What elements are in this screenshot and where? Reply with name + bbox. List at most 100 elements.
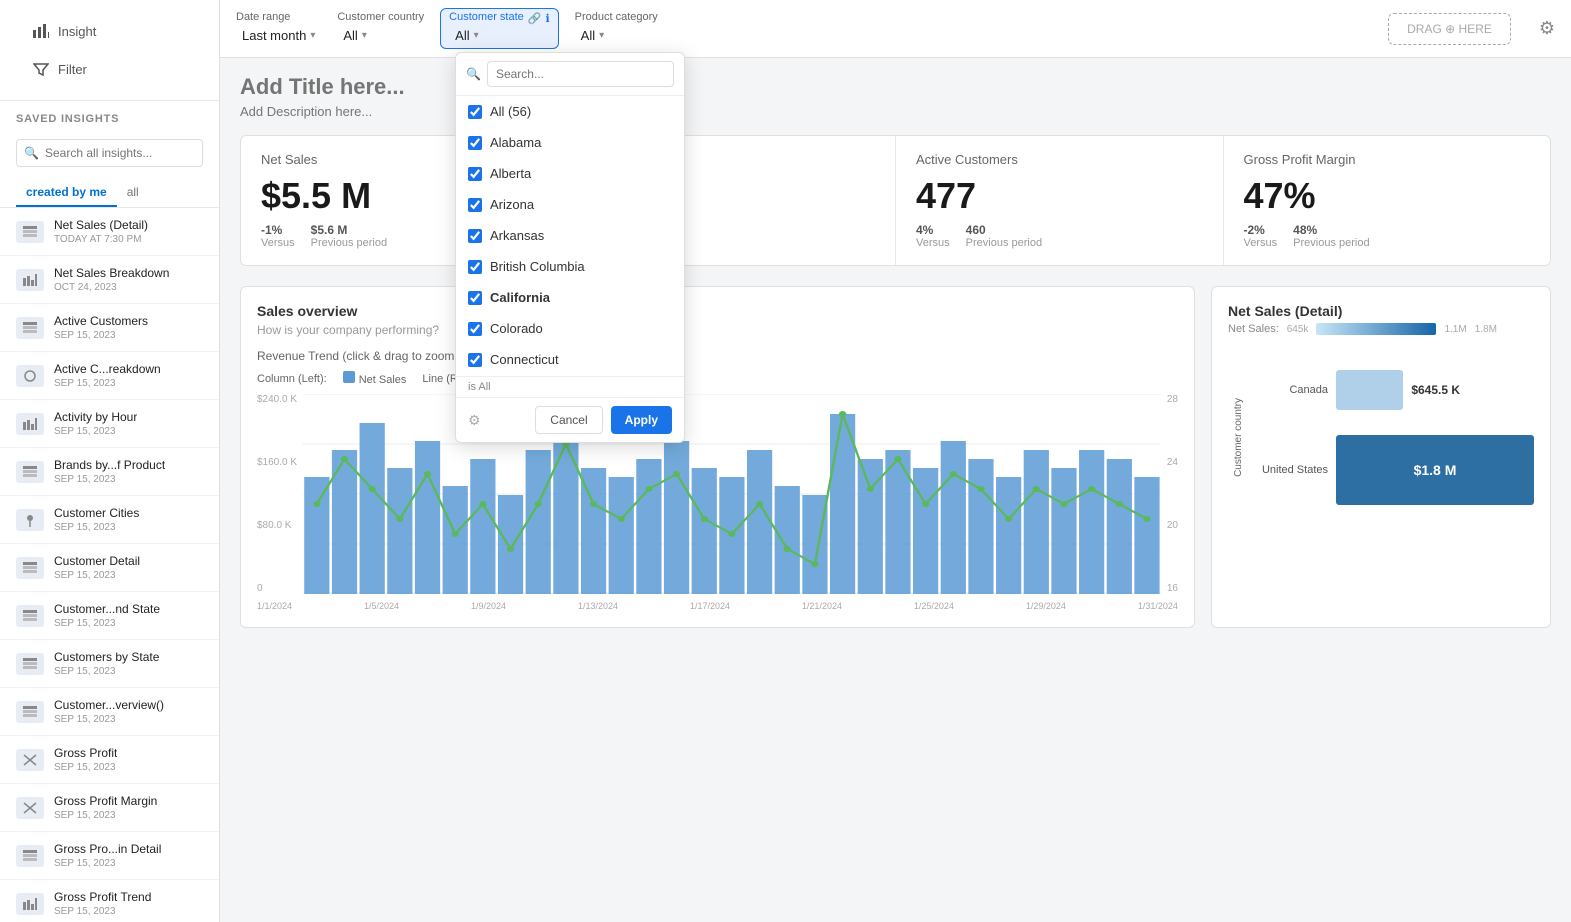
legend-column-label: Column (Left): bbox=[257, 373, 327, 385]
insight-name-net-sales-breakdown: Net Sales Breakdown bbox=[54, 266, 169, 280]
cancel-button[interactable]: Cancel bbox=[535, 406, 602, 434]
customer-country-dropdown[interactable]: All ▾ bbox=[337, 25, 424, 46]
date-range-dropdown[interactable]: Last month ▾ bbox=[236, 25, 321, 46]
insight-item-gross-profit[interactable]: Gross Profit SEP 15, 2023 bbox=[0, 736, 219, 784]
apply-button[interactable]: Apply bbox=[611, 406, 672, 434]
customer-state-value: All bbox=[455, 28, 469, 43]
state-option-arkansas[interactable]: Arkansas bbox=[456, 220, 684, 251]
y-right-28: 28 bbox=[1167, 394, 1178, 405]
main-area: Date range Last month ▾ Customer country… bbox=[220, 0, 1571, 922]
insight-date-gross-profit-trend: SEP 15, 2023 bbox=[54, 906, 151, 917]
customer-state-label: Customer state bbox=[449, 11, 524, 23]
sidebar-item-filter-label: Filter bbox=[58, 62, 87, 77]
state-checkbox-connecticut[interactable] bbox=[468, 353, 482, 367]
state-option-connecticut[interactable]: Connecticut bbox=[456, 344, 684, 375]
insight-date-gross-profit-margin: SEP 15, 2023 bbox=[54, 810, 157, 821]
state-option-britishcolumbia[interactable]: British Columbia bbox=[456, 251, 684, 282]
customer-country-axis-label: Customer country bbox=[1233, 398, 1244, 477]
net-sales-detail-title: Net Sales (Detail) bbox=[1228, 303, 1534, 319]
insight-item-activity-by-hour[interactable]: Activity by Hour SEP 15, 2023 bbox=[0, 400, 219, 448]
kpi-row: Net Sales $5.5 M -1% Versus $5.6 M Previ… bbox=[240, 135, 1551, 266]
y-right-24: 24 bbox=[1167, 457, 1178, 468]
state-checkbox-alabama[interactable] bbox=[468, 136, 482, 150]
insight-item-customer-overview[interactable]: Customer...verview() SEP 15, 2023 bbox=[0, 688, 219, 736]
insight-item-active-customers[interactable]: Active Customers SEP 15, 2023 bbox=[0, 304, 219, 352]
kpi-active-customers-change-label: Versus bbox=[916, 237, 950, 249]
state-label-arkansas: Arkansas bbox=[490, 228, 544, 243]
kpi-gross-profit-value: 47% bbox=[1244, 175, 1531, 217]
product-category-dropdown[interactable]: All ▾ bbox=[575, 25, 658, 46]
state-checkbox-all-(56)[interactable] bbox=[468, 105, 482, 119]
scale-bar bbox=[1316, 323, 1436, 335]
tab-created-by-me[interactable]: created by me bbox=[16, 179, 117, 207]
insight-item-customer-detail[interactable]: Customer Detail SEP 15, 2023 bbox=[0, 544, 219, 592]
customer-state-dropdown[interactable]: All ▾ bbox=[449, 25, 549, 46]
state-option-arizona[interactable]: Arizona bbox=[456, 189, 684, 220]
y-label-80: $80.0 K bbox=[257, 520, 297, 531]
sidebar-item-filter[interactable]: Filter bbox=[16, 50, 203, 88]
insight-info-gross-pro-detail: Gross Pro...in Detail SEP 15, 2023 bbox=[54, 842, 161, 869]
insight-item-gross-profit-margin[interactable]: Gross Profit Margin SEP 15, 2023 bbox=[0, 784, 219, 832]
state-checkbox-british-columbia[interactable] bbox=[468, 260, 482, 274]
insight-name-gross-profit-margin: Gross Profit Margin bbox=[54, 794, 157, 808]
insight-item-gross-pro-detail[interactable]: Gross Pro...in Detail SEP 15, 2023 bbox=[0, 832, 219, 880]
insight-date-customer-detail: SEP 15, 2023 bbox=[54, 570, 140, 581]
insight-date-active-c-breakdown: SEP 15, 2023 bbox=[54, 378, 161, 389]
page-desc-input[interactable] bbox=[240, 104, 416, 119]
sidebar-item-insight[interactable]: Insight bbox=[16, 12, 203, 50]
state-option-california[interactable]: California bbox=[456, 282, 684, 313]
link-icon: 🔗 bbox=[528, 12, 542, 25]
bar-chart-svg bbox=[303, 394, 1161, 594]
state-option-alabama[interactable]: Alabama bbox=[456, 127, 684, 158]
insight-item-customer-nd-state[interactable]: Customer...nd State SEP 15, 2023 bbox=[0, 592, 219, 640]
country-bars-container: Canada $645.5 K United Sta bbox=[1248, 347, 1534, 527]
insight-item-net-sales-detail[interactable]: Net Sales (Detail) TODAY AT 7:30 PM bbox=[0, 208, 219, 256]
kpi-gross-profit-margin: Gross Profit Margin 47% -2% Versus 48% P… bbox=[1224, 136, 1551, 265]
insight-item-customer-cities[interactable]: Customer Cities SEP 15, 2023 bbox=[0, 496, 219, 544]
state-checkbox-arkansas[interactable] bbox=[468, 229, 482, 243]
insight-item-brands-by-product[interactable]: Brands by...f Product SEP 15, 2023 bbox=[0, 448, 219, 496]
revenue-trend-card: Sales overview How is your company perfo… bbox=[240, 286, 1195, 628]
y-label-160: $160.0 K bbox=[257, 457, 297, 468]
state-option-alberta[interactable]: Alberta bbox=[456, 158, 684, 189]
insight-info-customer-cities: Customer Cities SEP 15, 2023 bbox=[54, 506, 139, 533]
date-range-value: Last month bbox=[242, 28, 306, 43]
kpi-gross-profit-change-label: Versus bbox=[1244, 237, 1278, 249]
state-option-colorado[interactable]: Colorado bbox=[456, 313, 684, 344]
kpi-gross-profit-change: -2% bbox=[1244, 223, 1278, 237]
sidebar-top: Insight Filter bbox=[0, 0, 219, 101]
x-label-4: 1/5/2024 bbox=[364, 601, 399, 611]
tab-all[interactable]: all bbox=[117, 179, 149, 207]
state-checkbox-colorado[interactable] bbox=[468, 322, 482, 336]
sidebar-search-input[interactable] bbox=[16, 139, 203, 167]
kpi-active-customers-change: 4% bbox=[916, 223, 950, 237]
state-option-all(56)[interactable]: All (56) bbox=[456, 96, 684, 127]
kpi-gross-profit-title: Gross Profit Margin bbox=[1244, 152, 1531, 167]
insight-info-net-sales-detail: Net Sales (Detail) TODAY AT 7:30 PM bbox=[54, 218, 148, 245]
insight-name-active-customers: Active Customers bbox=[54, 314, 148, 328]
insight-date-customer-cities: SEP 15, 2023 bbox=[54, 522, 139, 533]
kpi-net-sales-prev-label: Previous period bbox=[311, 237, 387, 249]
x-label-12: 1/13/2024 bbox=[578, 601, 618, 611]
y-right-16: 16 bbox=[1167, 583, 1178, 594]
dropdown-gear-icon[interactable]: ⚙ bbox=[468, 412, 481, 429]
insight-icon-gross-profit-margin bbox=[16, 797, 44, 819]
settings-icon[interactable]: ⚙ bbox=[1539, 18, 1555, 39]
insight-info-customer-detail: Customer Detail SEP 15, 2023 bbox=[54, 554, 140, 581]
state-checkbox-california[interactable] bbox=[468, 291, 482, 305]
state-checkbox-arizona[interactable] bbox=[468, 198, 482, 212]
insight-name-brands-by-product: Brands by...f Product bbox=[54, 458, 165, 472]
insight-item-net-sales-breakdown[interactable]: Net Sales Breakdown OCT 24, 2023 bbox=[0, 256, 219, 304]
dropdown-search-input[interactable] bbox=[487, 61, 674, 87]
state-checkbox-alberta[interactable] bbox=[468, 167, 482, 181]
chart-area[interactable] bbox=[303, 394, 1161, 597]
kpi-active-customers-prev: 460 bbox=[966, 223, 1042, 237]
country-chart-area: Customer country Canada $645.5 K bbox=[1228, 347, 1534, 527]
sidebar: Insight Filter SAVED INSIGHTS 🔍 created … bbox=[0, 0, 220, 922]
scale-min: 645k bbox=[1287, 324, 1309, 335]
insight-item-customers-by-state[interactable]: Customers by State SEP 15, 2023 bbox=[0, 640, 219, 688]
insight-name-customer-cities: Customer Cities bbox=[54, 506, 139, 520]
product-category-chevron: ▾ bbox=[599, 30, 604, 41]
insight-item-gross-profit-trend[interactable]: Gross Profit Trend SEP 15, 2023 bbox=[0, 880, 219, 922]
insight-item-active-c-breakdown[interactable]: Active C...reakdown SEP 15, 2023 bbox=[0, 352, 219, 400]
